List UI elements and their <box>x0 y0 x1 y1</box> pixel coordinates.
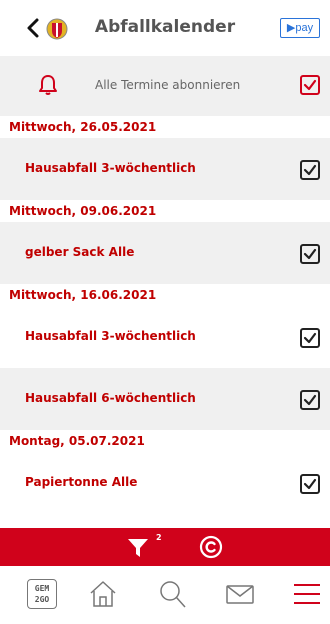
pay-button[interactable]: ▶pay <box>280 18 320 38</box>
waste-type-label: Papiertonne Alle <box>25 475 138 489</box>
checkmark-icon <box>303 394 317 406</box>
bell-icon <box>39 75 57 95</box>
search-icon[interactable] <box>157 579 187 609</box>
gem2go-logo[interactable]: GEM 2GO <box>27 579 57 609</box>
funnel-icon[interactable] <box>127 537 149 559</box>
filter-bar: 2 <box>0 528 330 566</box>
home-icon[interactable] <box>88 579 118 609</box>
calendar-list[interactable]: Mittwoch, 26.05.2021 Hausabfall 3-wöchen… <box>0 116 330 528</box>
item-checkbox[interactable] <box>300 474 320 494</box>
waste-type-label: Hausabfall 3-wöchentlich <box>25 329 196 343</box>
menu-icon[interactable] <box>292 579 322 609</box>
filter-count-badge: 2 <box>156 533 162 542</box>
app-header: Abfallkalender ▶pay <box>0 0 330 56</box>
date-header: Mittwoch, 09.06.2021 <box>0 200 330 222</box>
bottom-navigation: GEM 2GO <box>0 566 330 624</box>
checkmark-icon <box>303 478 317 490</box>
checkmark-icon <box>303 79 317 91</box>
checkmark-icon <box>303 332 317 344</box>
item-checkbox[interactable] <box>300 390 320 410</box>
date-header: Mittwoch, 26.05.2021 <box>0 116 330 138</box>
copyright-icon[interactable] <box>199 535 223 559</box>
checkmark-icon <box>303 248 317 260</box>
waste-type-label: Hausabfall 3-wöchentlich <box>25 161 196 175</box>
waste-type-label: gelber Sack Alle <box>25 245 135 259</box>
checkmark-icon <box>303 164 317 176</box>
waste-type-label: Hausabfall 6-wöchentlich <box>25 391 196 405</box>
item-checkbox[interactable] <box>300 244 320 264</box>
subscribe-all-row[interactable]: Alle Termine abonnieren <box>0 56 330 116</box>
date-header: Mittwoch, 16.06.2021 <box>0 284 330 306</box>
list-item[interactable]: Hausabfall 6-wöchentlich <box>0 368 330 430</box>
item-checkbox[interactable] <box>300 328 320 348</box>
list-item[interactable]: Hausabfall 3-wöchentlich <box>0 306 330 368</box>
date-header: Montag, 05.07.2021 <box>0 430 330 452</box>
list-item[interactable]: Papiertonne Alle <box>0 452 330 514</box>
subscribe-all-checkbox[interactable] <box>300 75 320 95</box>
list-item[interactable]: gelber Sack Alle <box>0 222 330 284</box>
mail-icon[interactable] <box>225 579 255 609</box>
list-item[interactable]: Hausabfall 3-wöchentlich <box>0 138 330 200</box>
subscribe-all-label: Alle Termine abonnieren <box>95 78 241 92</box>
item-checkbox[interactable] <box>300 160 320 180</box>
